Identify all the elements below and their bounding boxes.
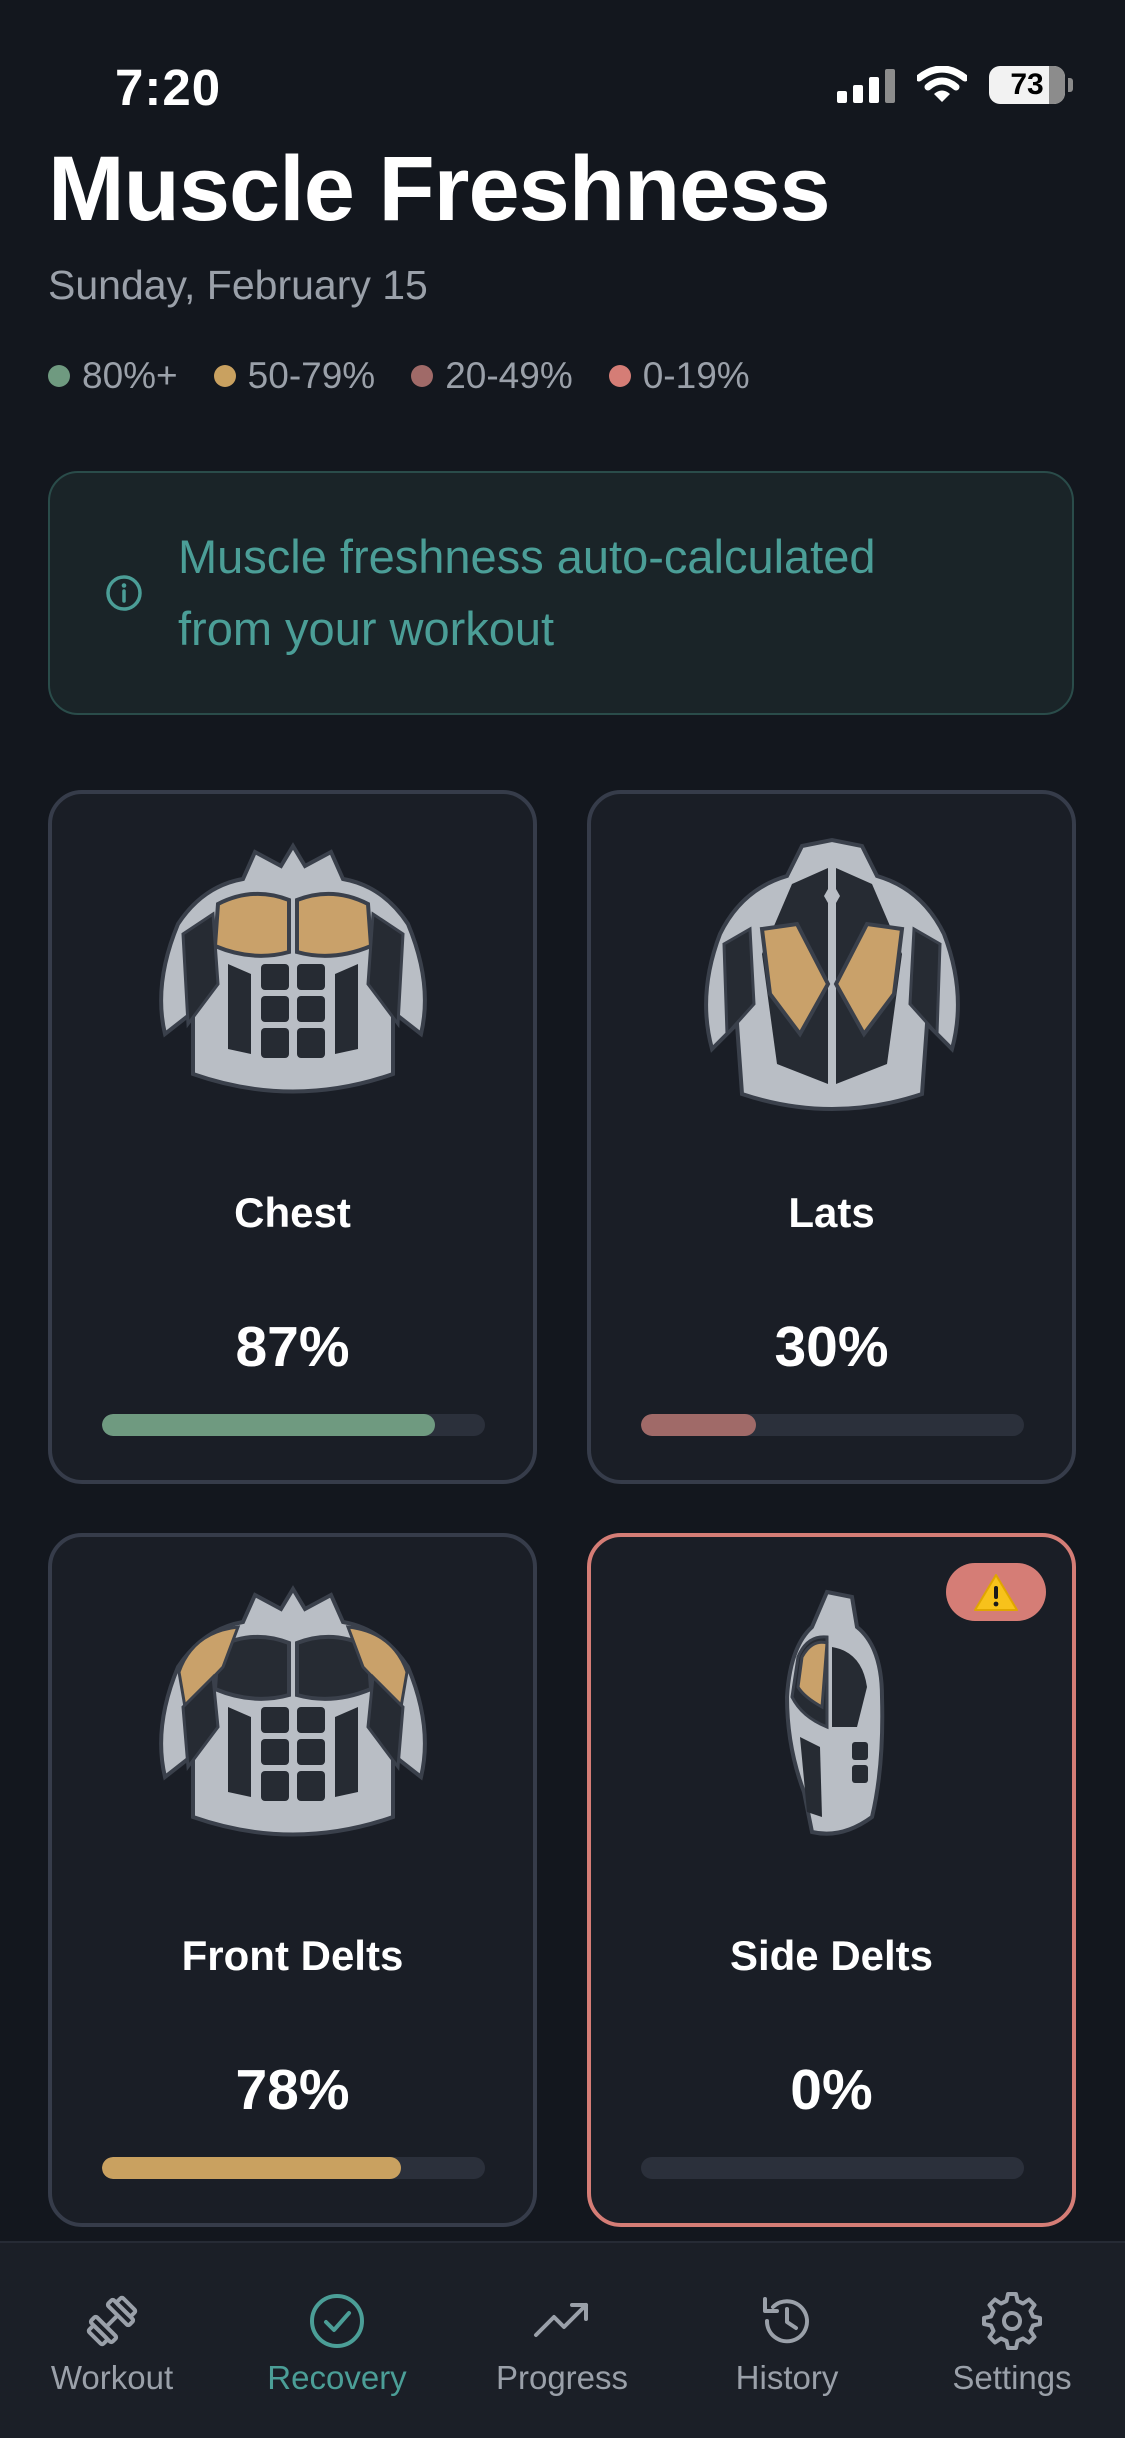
legend-item: 0-19% xyxy=(608,355,750,397)
muscle-card-side-delts[interactable]: Side Delts 0% xyxy=(587,1533,1076,2227)
page-date: Sunday, February 15 xyxy=(48,262,428,308)
torso-side-icon xyxy=(784,1589,884,1836)
info-banner-text: Muscle freshness auto-calculated from yo… xyxy=(178,530,876,655)
freshness-bar xyxy=(641,2157,1024,2179)
torso-front-icon xyxy=(158,842,427,1094)
freshness-bar-fill xyxy=(102,1414,436,1436)
status-time: 7:20 xyxy=(115,59,222,116)
freshness-bar-fill xyxy=(102,2157,401,2179)
tab-progress[interactable]: Progress xyxy=(462,2291,662,2397)
muscle-name: Chest xyxy=(234,1189,351,1236)
tab-workout[interactable]: Workout xyxy=(12,2291,212,2397)
history-icon xyxy=(763,2297,809,2344)
tab-label: History xyxy=(735,2359,839,2396)
muscle-name: Lats xyxy=(788,1189,875,1236)
legend-item: 80%+ xyxy=(48,355,178,397)
lats-figure xyxy=(591,834,1072,1134)
status-icons: 73 xyxy=(837,66,1073,104)
tab-label: Recovery xyxy=(267,2359,407,2396)
legend-dot-green xyxy=(48,365,70,387)
battery-level: 73 xyxy=(1010,68,1044,101)
freshness-legend: 80%+ 50-79% 20-49% 0-19% xyxy=(48,355,786,397)
tab-label: Settings xyxy=(952,2359,1072,2396)
freshness-bar xyxy=(102,2157,485,2179)
tab-label: Progress xyxy=(495,2359,629,2396)
legend-label: 50-79% xyxy=(247,355,376,396)
trending-up-icon xyxy=(534,2303,588,2337)
tab-history[interactable]: History xyxy=(687,2291,887,2397)
torso-front-icon xyxy=(158,1585,427,1837)
legend-dot-amber xyxy=(213,365,236,387)
torso-back-icon xyxy=(703,837,960,1111)
tab-settings[interactable]: Settings xyxy=(912,2291,1112,2397)
muscle-card-lats[interactable]: Lats 30% xyxy=(587,790,1076,1484)
freshness-bar xyxy=(102,1414,485,1436)
muscle-percent: 30% xyxy=(774,1315,889,1379)
check-circle-icon xyxy=(310,2294,364,2348)
muscle-percent: 78% xyxy=(235,2058,350,2122)
wifi-icon xyxy=(917,66,967,102)
tab-recovery[interactable]: Recovery xyxy=(237,2291,437,2397)
cellular-signal-icon xyxy=(837,67,895,103)
tab-bar: Workout Recovery Progress History Settin… xyxy=(0,2241,1125,2438)
status-bar: 7:20 73 xyxy=(0,0,1125,150)
legend-label: 20-49% xyxy=(445,355,573,396)
freshness-bar-fill xyxy=(641,1414,756,1436)
page-title: Muscle Freshness xyxy=(48,138,831,240)
muscle-percent: 0% xyxy=(790,2058,873,2122)
muscle-name: Front Delts xyxy=(181,1932,404,1979)
info-icon xyxy=(106,575,142,611)
dumbbell-icon xyxy=(86,2295,138,2347)
muscle-percent: 87% xyxy=(235,1315,350,1379)
legend-item: 20-49% xyxy=(411,355,573,397)
battery-icon: 73 xyxy=(989,66,1073,104)
legend-item: 50-79% xyxy=(213,355,376,397)
muscle-card-chest[interactable]: Chest 87% xyxy=(48,790,537,1484)
legend-dot-rose xyxy=(411,365,434,387)
info-banner: Muscle freshness auto-calculated from yo… xyxy=(48,471,1074,715)
muscle-card-front-delts[interactable]: Front Delts 78% xyxy=(48,1533,537,2227)
gear-icon xyxy=(982,2292,1042,2350)
freshness-bar xyxy=(641,1414,1024,1436)
tab-label: Workout xyxy=(50,2359,174,2396)
legend-label: 80%+ xyxy=(82,355,178,396)
legend-dot-red xyxy=(608,365,631,387)
muscle-name: Side Delts xyxy=(729,1932,934,1979)
chest-figure xyxy=(52,834,533,1134)
front-delts-figure xyxy=(52,1577,533,1877)
legend-label: 0-19% xyxy=(642,355,750,396)
side-delts-figure xyxy=(591,1577,1072,1877)
